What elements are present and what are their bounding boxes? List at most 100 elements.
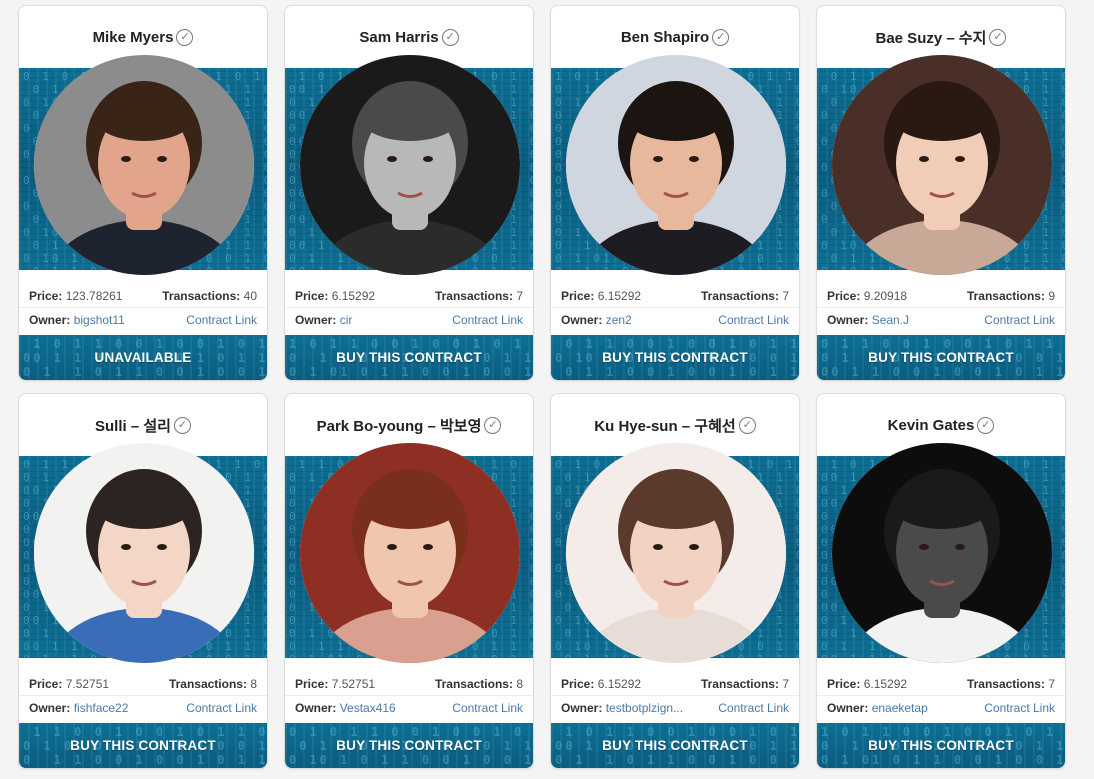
buy-contract-button[interactable]: 1 0 1 1 0 0 1 0 0 1 0 1 1 0 1 0 0 1 1 0 … (817, 723, 1065, 768)
portrait-image (566, 443, 786, 663)
contract-link[interactable]: Contract Link (186, 313, 257, 327)
price-row: Price: 6.15292 Transactions: 7 (817, 672, 1065, 696)
contract-card: Kevin Gates ✓ 1 0 1 1 0 0 1 0 0 1 0 1 1 … (816, 393, 1066, 769)
verified-check-icon: ✓ (977, 416, 995, 434)
contract-card: Mike Myers ✓ 0 1 0 1 1 0 0 1 0 0 1 0 1 1… (18, 5, 268, 381)
price-label: Price: (827, 288, 861, 303)
transactions-value: 7 (516, 288, 523, 303)
transactions-label: Transactions: (966, 676, 1045, 691)
owner-link[interactable]: bigshot11 (74, 313, 125, 327)
price-value: 6.15292 (863, 676, 908, 691)
owner-link[interactable]: Sean.J (872, 313, 909, 327)
card-hero: 0 1 1 0 0 1 0 0 1 0 1 1 0 1 0 0 1 1 0 1 … (817, 55, 1065, 275)
celebrity-name: Ku Hye-sun – 구혜선 (594, 417, 736, 435)
price-row: Price: 7.52751 Transactions: 8 (285, 672, 533, 696)
owner-link[interactable]: zen2 (606, 313, 632, 327)
owner-link[interactable]: fishface22 (74, 701, 129, 715)
price-label: Price: (295, 676, 329, 691)
contract-link[interactable]: Contract Link (452, 701, 523, 715)
celebrity-name: Sulli – 설리 (95, 417, 171, 435)
button-label: BUY THIS CONTRACT (70, 738, 216, 753)
price-value: 6.15292 (331, 288, 376, 303)
transactions-value: 7 (782, 288, 789, 303)
contract-card: Bae Suzy – 수지 ✓ 0 1 1 0 0 1 0 0 1 0 1 1 … (816, 5, 1066, 381)
contract-card: Park Bo-young – 박보영 ✓ 1 1 0 0 1 0 0 1 0 … (284, 393, 534, 769)
contract-card: Ku Hye-sun – 구혜선 ✓ 0 1 0 1 1 0 0 1 0 0 1… (550, 393, 800, 769)
price-row: Price: 6.15292 Transactions: 7 (551, 672, 799, 696)
transactions-value: 9 (1048, 288, 1055, 303)
contract-link[interactable]: Contract Link (984, 701, 1055, 715)
price-row: Price: 6.15292 Transactions: 7 (551, 284, 799, 308)
transactions-label: Transactions: (434, 676, 513, 691)
buy-contract-button[interactable]: 0 1 1 0 0 1 0 0 1 0 1 1 0 1 0 0 1 1 0 1 … (817, 335, 1065, 380)
contract-link[interactable]: Contract Link (452, 313, 523, 327)
avatar[interactable] (832, 443, 1052, 663)
owner-row: Owner: enaeketap Contract Link (817, 696, 1065, 720)
price-value: 7.52751 (65, 676, 110, 691)
card-hero: 1 1 0 0 1 0 0 1 0 1 1 0 1 0 0 1 1 0 1 0 … (285, 443, 533, 663)
owner-link[interactable]: Vestax416 (340, 701, 396, 715)
card-hero: 0 1 0 1 1 0 0 1 0 0 1 0 1 1 0 1 0 0 1 1 … (551, 443, 799, 663)
celebrity-name: Bae Suzy – 수지 (875, 29, 987, 47)
verified-check-icon: ✓ (989, 28, 1007, 46)
buy-contract-button[interactable]: 1 0 1 1 0 0 1 0 0 1 0 1 1 0 1 0 0 1 1 0 … (19, 335, 267, 380)
avatar[interactable] (34, 55, 254, 275)
contract-link[interactable]: Contract Link (984, 313, 1055, 327)
owner-row: Owner: cir Contract Link (285, 308, 533, 332)
transactions-label: Transactions: (966, 288, 1045, 303)
price-row: Price: 9.20918 Transactions: 9 (817, 284, 1065, 308)
contract-link[interactable]: Contract Link (718, 313, 789, 327)
transactions-value: 8 (516, 676, 523, 691)
button-label: BUY THIS CONTRACT (868, 350, 1014, 365)
buy-contract-button[interactable]: 1 0 1 1 0 0 1 0 0 1 0 1 1 0 1 0 0 1 1 0 … (285, 335, 533, 380)
owner-label: Owner: (561, 701, 603, 715)
card-hero: 0 1 0 1 1 0 0 1 0 0 1 0 1 1 0 1 0 0 1 1 … (19, 55, 267, 275)
owner-link[interactable]: testbotplzign... (606, 701, 683, 715)
owner-label: Owner: (295, 313, 337, 327)
transactions-label: Transactions: (700, 676, 779, 691)
portrait-image (34, 55, 254, 275)
portrait-image (566, 55, 786, 275)
owner-link[interactable]: cir (340, 313, 353, 327)
card-hero: 1 0 1 1 0 0 1 0 0 1 0 1 1 0 1 0 0 1 1 0 … (285, 55, 533, 275)
price-value: 7.52751 (331, 676, 376, 691)
avatar[interactable] (832, 55, 1052, 275)
button-label: BUY THIS CONTRACT (602, 738, 748, 753)
card-hero: 0 1 1 0 0 1 0 0 1 0 1 1 0 1 0 0 1 1 0 1 … (19, 443, 267, 663)
button-label: BUY THIS CONTRACT (336, 738, 482, 753)
verified-check-icon: ✓ (441, 28, 459, 46)
owner-label: Owner: (29, 313, 71, 327)
owner-label: Owner: (295, 701, 337, 715)
owner-row: Owner: bigshot11 Contract Link (19, 308, 267, 332)
transactions-label: Transactions: (434, 288, 513, 303)
portrait-image (300, 443, 520, 663)
card-hero: 1 0 1 1 0 0 1 0 0 1 0 1 1 0 1 0 0 1 1 0 … (551, 55, 799, 275)
price-row: Price: 7.52751 Transactions: 8 (19, 672, 267, 696)
transactions-value: 8 (250, 676, 257, 691)
transactions-value: 40 (243, 288, 257, 303)
buy-contract-button[interactable]: 1 1 0 0 1 0 0 1 0 1 1 0 1 0 0 1 1 0 1 0 … (19, 723, 267, 768)
contract-card: Sam Harris ✓ 1 0 1 1 0 0 1 0 0 1 0 1 1 0… (284, 5, 534, 381)
celebrity-name: Mike Myers (92, 28, 174, 46)
avatar[interactable] (300, 55, 520, 275)
buy-contract-button[interactable]: 1 0 1 1 0 0 1 0 0 1 0 1 1 0 1 0 0 1 1 0 … (551, 723, 799, 768)
contract-link[interactable]: Contract Link (718, 701, 789, 715)
avatar[interactable] (566, 55, 786, 275)
contract-card: Sulli – 설리 ✓ 0 1 1 0 0 1 0 0 1 0 1 1 0 1… (18, 393, 268, 769)
owner-link[interactable]: enaeketap (872, 701, 928, 715)
button-label: BUY THIS CONTRACT (336, 350, 482, 365)
button-label: BUY THIS CONTRACT (868, 738, 1014, 753)
owner-label: Owner: (827, 701, 869, 715)
avatar[interactable] (34, 443, 254, 663)
verified-check-icon: ✓ (738, 416, 756, 434)
avatar[interactable] (566, 443, 786, 663)
portrait-image (34, 443, 254, 663)
buy-contract-button[interactable]: 0 1 0 1 1 0 0 1 0 0 1 0 1 1 0 1 0 0 1 1 … (285, 723, 533, 768)
price-label: Price: (561, 676, 595, 691)
transactions-label: Transactions: (700, 288, 779, 303)
buy-contract-button[interactable]: 0 1 1 0 0 1 0 0 1 0 1 1 0 1 0 0 1 1 0 1 … (551, 335, 799, 380)
price-label: Price: (295, 288, 329, 303)
contract-link[interactable]: Contract Link (186, 701, 257, 715)
avatar[interactable] (300, 443, 520, 663)
portrait-image (832, 55, 1052, 275)
